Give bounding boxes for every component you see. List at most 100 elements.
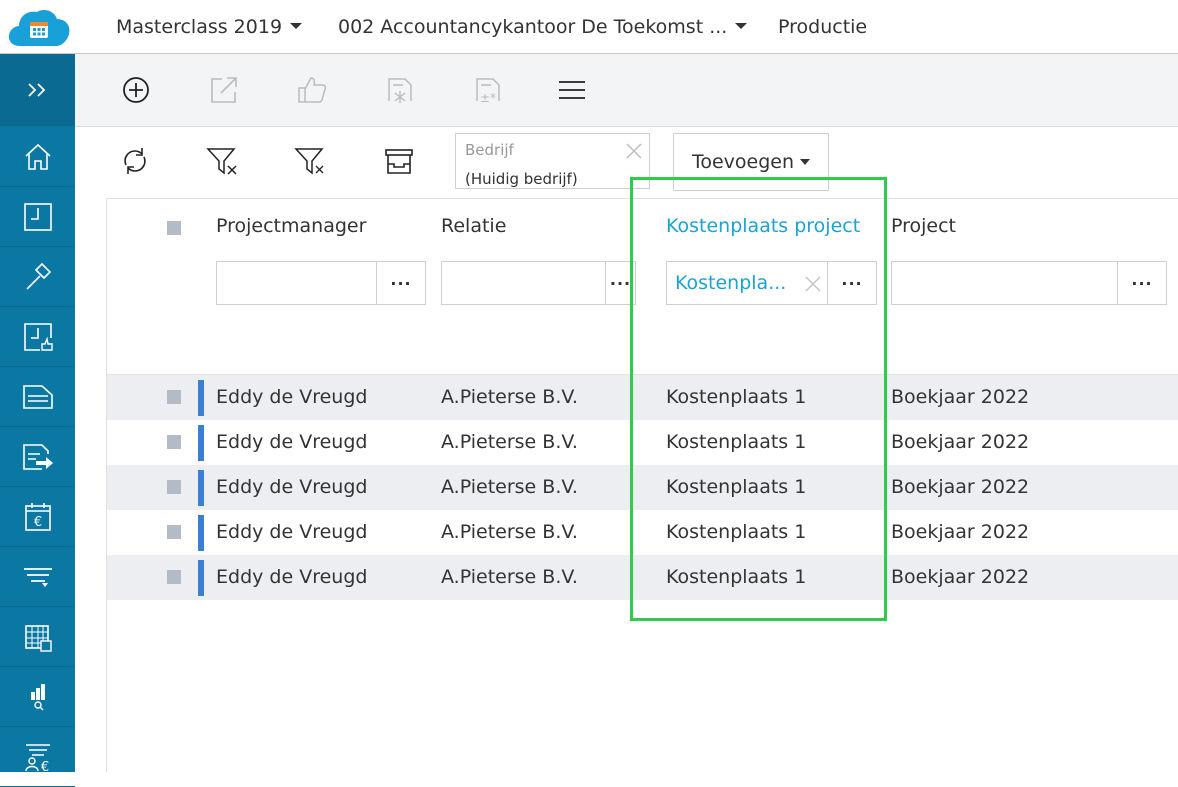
sidebar-item-calendar-grid[interactable] — [0, 608, 75, 667]
cell-projectmanager: Eddy de Vreugd — [216, 521, 368, 543]
action-toolbar: ±* — [75, 54, 1178, 127]
plus-circle-icon — [123, 77, 149, 103]
row-marker — [198, 515, 204, 551]
approve-button[interactable] — [294, 72, 330, 108]
cell-projectmanager: Eddy de Vreugd — [216, 431, 368, 453]
new-entry-button[interactable] — [382, 72, 418, 108]
cell-project: Boekjaar 2022 — [891, 566, 1030, 588]
sidebar-item-projects[interactable] — [0, 188, 75, 247]
hamburger-menu-icon — [559, 81, 585, 99]
refresh-button[interactable] — [117, 143, 153, 179]
cell-projectmanager: Eddy de Vreugd — [216, 566, 368, 588]
year-selector-label: Masterclass 2019 — [116, 16, 283, 38]
row-checkbox[interactable] — [167, 390, 181, 404]
company-filter[interactable]: Bedrijf (Huidig bedrijf) — [455, 133, 650, 189]
filter-projectmanager[interactable]: ··· — [216, 261, 426, 305]
column-header-projectmanager[interactable]: Projectmanager — [216, 215, 366, 237]
select-all-checkbox[interactable] — [167, 221, 181, 235]
cell-project: Boekjaar 2022 — [891, 431, 1030, 453]
new-entry-plusminus-button[interactable]: ±* — [470, 72, 506, 108]
refresh-icon — [124, 148, 146, 174]
more-options-button[interactable]: ··· — [605, 262, 635, 304]
cell-relatie: A.Pieterse B.V. — [441, 521, 578, 543]
sidebar-item-approvals[interactable] — [0, 308, 75, 367]
company-selector[interactable]: 002 Accountancykantoor De Toekomst ... — [338, 16, 748, 38]
column-header-relatie[interactable]: Relatie — [441, 215, 506, 237]
people-euro-icon: € — [24, 744, 50, 773]
project-clock-icon — [23, 203, 52, 231]
project-grid: Projectmanager Relatie Kostenplaats proj… — [106, 198, 1178, 772]
column-header-project[interactable]: Project — [891, 215, 956, 237]
filter-project[interactable]: ··· — [891, 261, 1167, 305]
clear-filter-button[interactable] — [205, 143, 241, 179]
cell-project: Boekjaar 2022 — [891, 521, 1030, 543]
open-external-icon — [211, 77, 237, 103]
cell-project: Boekjaar 2022 — [891, 476, 1030, 498]
invoice-send-icon — [22, 444, 53, 470]
year-selector[interactable]: Masterclass 2019 — [116, 16, 303, 38]
sidebar-item-home[interactable] — [0, 128, 75, 187]
sidebar-item-hammer[interactable] — [0, 248, 75, 307]
cloud-calendar-logo-icon[interactable] — [6, 6, 72, 48]
open-external-button[interactable] — [206, 72, 242, 108]
more-options-button[interactable]: ··· — [827, 262, 876, 304]
table-row[interactable]: Eddy de Vreugd A.Pieterse B.V. Kostenpla… — [107, 465, 1178, 510]
table-row[interactable]: Eddy de Vreugd A.Pieterse B.V. Kostenpla… — [107, 375, 1178, 420]
close-icon[interactable] — [625, 142, 643, 160]
archive-icon — [385, 149, 413, 174]
add-button[interactable] — [118, 72, 154, 108]
double-chevron-right-icon — [27, 82, 45, 97]
menu-button[interactable] — [554, 72, 590, 108]
archive-button[interactable] — [381, 143, 417, 179]
row-checkbox[interactable] — [167, 480, 181, 494]
row-checkbox[interactable] — [167, 525, 181, 539]
cell-kostenplaats: Kostenplaats 1 — [666, 386, 807, 408]
svg-text:€: € — [33, 515, 41, 530]
filter-kostenplaats-project[interactable]: Kostenpla... ··· — [666, 261, 877, 305]
table-row[interactable]: Eddy de Vreugd A.Pieterse B.V. Kostenpla… — [107, 555, 1178, 600]
svg-text:€: € — [40, 760, 48, 773]
document-plusminus-icon: ±* — [476, 78, 500, 105]
sidebar-item-calendar-euro[interactable]: € — [0, 488, 75, 547]
clear-filter-alt-button[interactable] — [293, 143, 329, 179]
filter-clear-icon — [206, 148, 237, 175]
cell-relatie: A.Pieterse B.V. — [441, 386, 578, 408]
sidebar-item-people-euro[interactable]: € — [0, 728, 75, 787]
filter-relatie[interactable]: ··· — [441, 261, 636, 305]
calendar-grid-icon — [24, 625, 52, 652]
more-options-button[interactable]: ··· — [1117, 262, 1166, 304]
module-title[interactable]: Productie — [778, 16, 867, 38]
sidebar-expand-button[interactable] — [0, 54, 75, 126]
sidebar-item-invoice-send[interactable] — [0, 428, 75, 487]
close-icon[interactable] — [804, 275, 822, 293]
chevron-down-icon — [735, 23, 748, 29]
column-header-kostenplaats-project[interactable]: Kostenplaats project — [666, 215, 860, 237]
sidebar-item-filter-list[interactable] — [0, 548, 75, 607]
cell-relatie: A.Pieterse B.V. — [441, 431, 578, 453]
row-checkbox[interactable] — [167, 435, 181, 449]
row-marker — [198, 380, 204, 416]
caret-down-icon — [800, 159, 811, 165]
company-selector-label: 002 Accountancykantoor De Toekomst ... — [338, 16, 728, 38]
more-options-button[interactable]: ··· — [376, 262, 425, 304]
chevron-down-icon — [290, 23, 303, 29]
sidebar-item-invoices[interactable] — [0, 368, 75, 427]
top-bar: Masterclass 2019 002 Accountancykantoor … — [0, 0, 1178, 54]
cell-kostenplaats: Kostenplaats 1 — [666, 566, 807, 588]
table-row[interactable]: Eddy de Vreugd A.Pieterse B.V. Kostenpla… — [107, 510, 1178, 555]
calendar-euro-icon: € — [24, 503, 51, 531]
row-marker — [198, 560, 204, 596]
cell-relatie: A.Pieterse B.V. — [441, 566, 578, 588]
svg-text:±*: ±* — [480, 91, 496, 105]
thumbs-up-icon — [298, 77, 327, 103]
add-filter-button[interactable]: Toevoegen — [673, 133, 829, 191]
sidebar-item-report-search[interactable] — [0, 668, 75, 727]
company-filter-label: Bedrijf — [465, 141, 514, 159]
cell-kostenplaats: Kostenplaats 1 — [666, 521, 807, 543]
filter-clear-all-icon — [294, 148, 324, 175]
row-checkbox[interactable] — [167, 570, 181, 584]
table-row[interactable]: Eddy de Vreugd A.Pieterse B.V. Kostenpla… — [107, 420, 1178, 465]
cell-kostenplaats: Kostenplaats 1 — [666, 476, 807, 498]
sidebar: € € — [0, 54, 75, 787]
cell-relatie: A.Pieterse B.V. — [441, 476, 578, 498]
